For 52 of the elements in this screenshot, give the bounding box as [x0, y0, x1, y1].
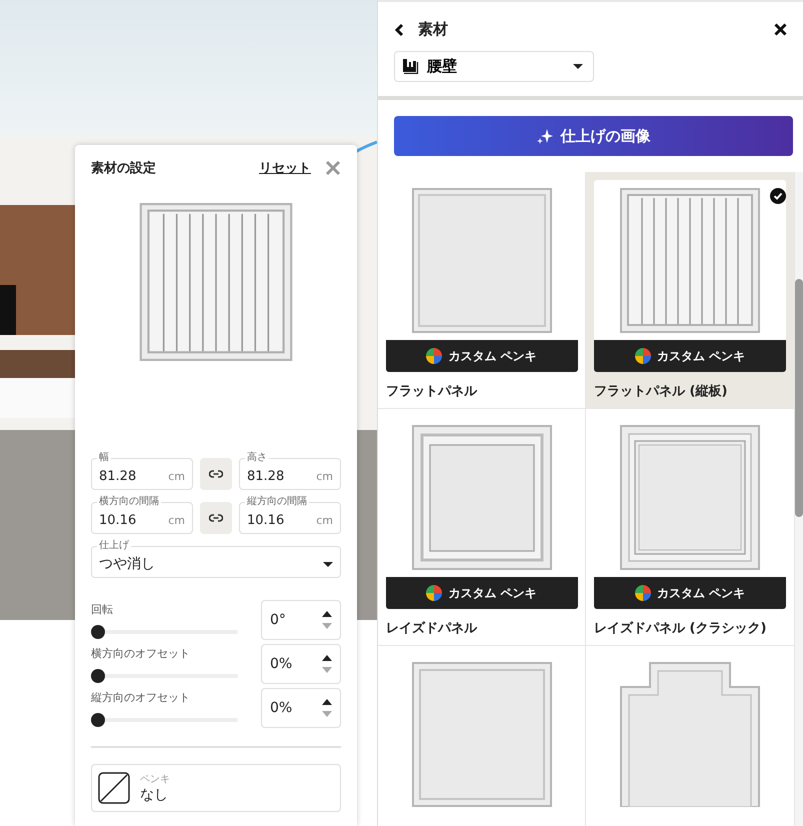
color-wheel-icon	[634, 585, 651, 601]
number-stepper[interactable]: 0°	[261, 600, 341, 640]
close-icon[interactable]	[325, 160, 341, 176]
up-arrow-icon[interactable]	[322, 655, 332, 661]
back-icon	[394, 22, 404, 36]
number-stepper[interactable]: 0%	[261, 644, 341, 684]
no-paint-swatch-icon	[98, 772, 130, 804]
wall-icon	[403, 59, 419, 74]
sparkle-icon	[536, 128, 552, 144]
number-stepper[interactable]: 0%	[261, 688, 341, 728]
link-icon	[209, 470, 223, 478]
number-field[interactable]: 幅 81.28 cm	[91, 451, 193, 490]
material-tile[interactable]: カスタム ペンキ フラットパネル (縦板)	[586, 172, 795, 409]
custom-paint-badge[interactable]: カスタム ペンキ	[594, 340, 786, 372]
material-name: レイズドパネル (クラシック)	[594, 620, 766, 637]
finish-dropdown[interactable]: 仕上げ つや消し	[91, 539, 341, 578]
color-wheel-icon	[426, 348, 442, 364]
close-icon	[774, 23, 787, 36]
up-arrow-icon[interactable]	[322, 699, 332, 705]
link-toggle[interactable]	[200, 458, 232, 490]
material-name: フラットパネル	[386, 383, 477, 400]
finish-images-button[interactable]: 仕上げの画像	[394, 116, 793, 156]
material-name: レイズドパネル	[386, 620, 477, 637]
custom-paint-badge[interactable]: カスタム ペンキ	[386, 577, 578, 609]
material-name: フラットパネル (縦板)	[594, 383, 728, 400]
popup-title: 素材の設定	[91, 160, 157, 177]
material-tile[interactable]: カスタム ペンキ レイズドパネル (クラシック)	[586, 409, 795, 646]
caret-icon	[323, 562, 333, 566]
scrollbar[interactable]	[795, 172, 803, 826]
caret-icon	[573, 64, 583, 69]
slider-label: 横方向のオフセット	[91, 646, 191, 660]
material-tile[interactable]: カスタム ペンキ フラットパネル	[378, 172, 586, 409]
link-icon	[209, 514, 223, 522]
number-field[interactable]: 高さ 81.28 cm	[239, 451, 341, 490]
paint-field[interactable]: ペンキ なし	[91, 764, 341, 812]
material-tile[interactable]: カスタム ペンキ レイズドパネル	[378, 409, 586, 646]
back-button[interactable]	[394, 22, 404, 36]
number-field[interactable]: 縦方向の間隔 10.16 cm	[239, 495, 341, 534]
panel-title: 素材	[418, 20, 449, 39]
slider-label: 回転	[91, 602, 114, 616]
custom-paint-badge[interactable]: カスタム ペンキ	[386, 340, 578, 372]
number-field[interactable]: 横方向の間隔 10.16 cm	[91, 495, 193, 534]
custom-paint-badge[interactable]: カスタム ペンキ	[594, 577, 786, 609]
check-icon	[770, 188, 786, 204]
slider-label: 縦方向のオフセット	[91, 690, 191, 704]
close-button[interactable]	[774, 23, 787, 36]
category-dropdown[interactable]: 腰壁	[394, 51, 594, 82]
up-arrow-icon[interactable]	[322, 611, 332, 617]
link-toggle[interactable]	[200, 502, 232, 534]
color-wheel-icon	[426, 585, 442, 601]
color-wheel-icon	[634, 348, 651, 364]
reset-link[interactable]: リセット	[259, 159, 311, 177]
